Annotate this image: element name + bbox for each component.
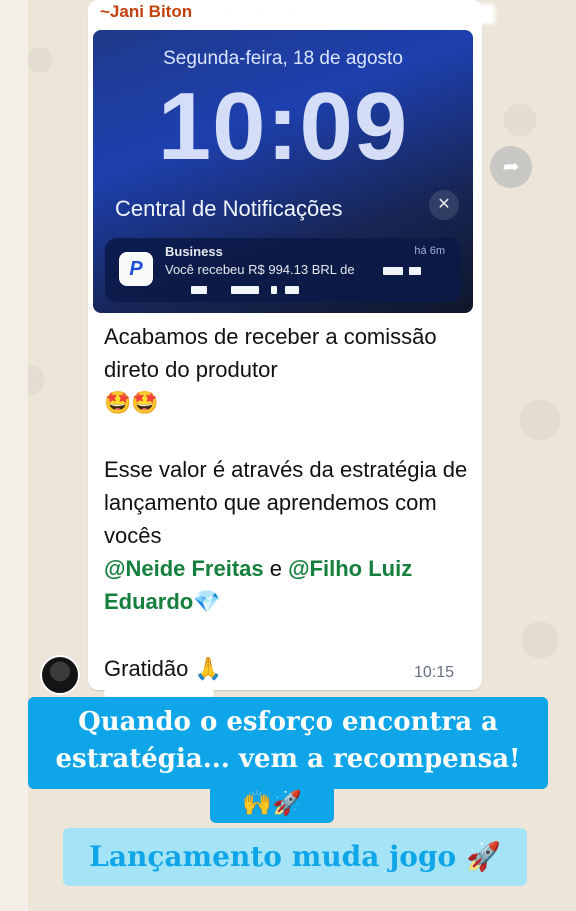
paypal-icon: P [119,252,153,286]
left-strip [0,0,28,911]
redaction-mark [231,286,259,294]
star-struck-emoji: 🤩🤩 [104,391,159,416]
paragraph-text: Esse valor é através da estratégia de la… [104,457,468,548]
mention-link[interactable]: @Neide Freitas [104,556,264,581]
caption-banner-secondary: Lançamento muda jogo 🚀 [63,828,527,886]
notification-center-title: Central de Notificações [115,196,343,221]
caption-line: Quando o esforço encontra a [78,707,498,737]
message-text: Acabamos de receber a comissão direto do… [104,320,474,719]
notification-app: Business [165,244,223,259]
redaction-mark [271,286,277,294]
lockscreen-image[interactable]: Segunda-feira, 18 de agosto 10:09 Centra… [93,30,473,313]
caption-emojis: 🙌🚀 [210,785,334,823]
folded-hands-emoji: 🙏 [194,657,222,682]
paypal-notification: P Business há 6m Você recebeu R$ 994.13 … [105,238,461,302]
redaction-mark [409,267,421,275]
notification-age: há 6m [414,245,445,257]
closing-text: Gratidão [104,656,189,681]
close-icon: ✕ [429,190,459,220]
sender-name[interactable]: ~Jani Biton [100,2,192,22]
message-paragraph: Esse valor é através da estratégia de la… [104,453,474,619]
paragraph-text: Acabamos de receber a comissão direto do… [104,324,437,382]
message-time: 10:15 [414,664,455,681]
lockscreen-date: Segunda-feira, 18 de agosto [163,48,403,69]
mention-connector: e [263,556,289,581]
redaction-mark [191,286,207,294]
redaction-mark [285,286,299,294]
avatar[interactable] [40,655,80,695]
caption-banner: Quando o esforço encontra a estratégia..… [28,697,548,789]
forward-icon[interactable]: ➦ [490,146,532,188]
notification-text: Você recebeu R$ 994.13 BRL de [165,262,355,277]
caption-line: estratégia... vem a recompensa! [55,744,521,774]
gem-emoji: 💎 [193,590,221,615]
redacted-phone [205,4,495,24]
lockscreen-time: 10:09 [157,73,409,180]
message-paragraph: Acabamos de receber a comissão direto do… [104,320,474,420]
redaction-mark [383,267,403,275]
